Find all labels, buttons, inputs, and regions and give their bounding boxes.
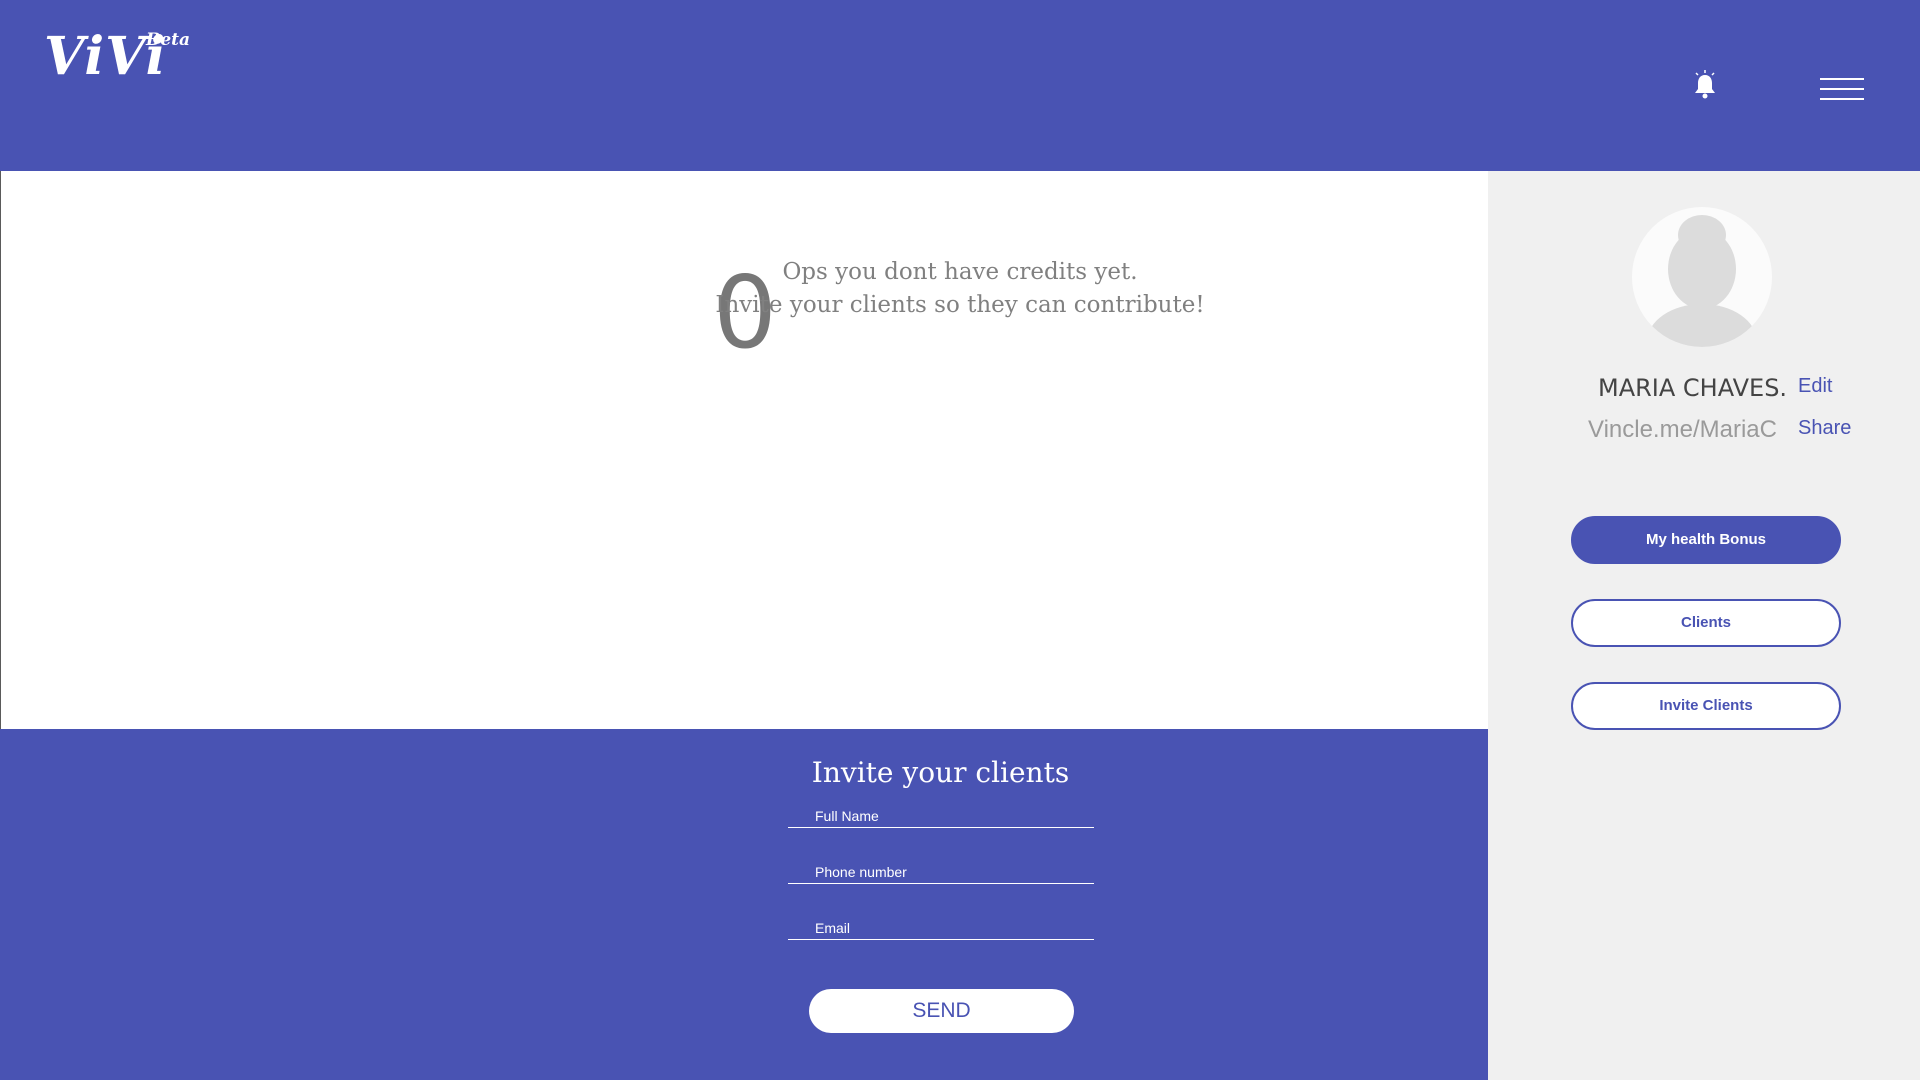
beta-badge: Beta: [146, 30, 191, 50]
hamburger-menu-icon[interactable]: [1820, 78, 1864, 100]
phone-number-field[interactable]: Phone number: [788, 839, 1094, 884]
edit-profile-link[interactable]: Edit: [1798, 375, 1832, 398]
share-link[interactable]: Share: [1798, 417, 1851, 440]
profile-name: MARIA CHAVES.: [1598, 374, 1788, 402]
invite-form-section: Invite your clients Full Name Phone numb…: [0, 729, 1488, 1080]
my-health-bonus-button[interactable]: My health Bonus: [1571, 516, 1841, 564]
email-placeholder: Email: [815, 920, 851, 936]
invite-clients-button[interactable]: Invite Clients: [1571, 682, 1841, 730]
top-header: ViVi Beta: [0, 0, 1920, 171]
email-field[interactable]: Email: [788, 895, 1094, 940]
credits-panel: 0: [0, 171, 1488, 729]
user-avatar-icon: [1632, 207, 1772, 347]
full-name-field[interactable]: Full Name: [788, 794, 1094, 828]
profile-url: Vincle.me/MariaC: [1588, 416, 1777, 443]
profile-sidebar: MARIA CHAVES. Edit Vincle.me/MariaC Shar…: [1488, 171, 1920, 1080]
clients-button[interactable]: Clients: [1571, 599, 1841, 647]
send-button[interactable]: SEND: [809, 989, 1074, 1033]
full-name-placeholder: Full Name: [815, 808, 879, 824]
bell-icon[interactable]: [1692, 70, 1718, 100]
phone-number-placeholder: Phone number: [815, 864, 907, 880]
